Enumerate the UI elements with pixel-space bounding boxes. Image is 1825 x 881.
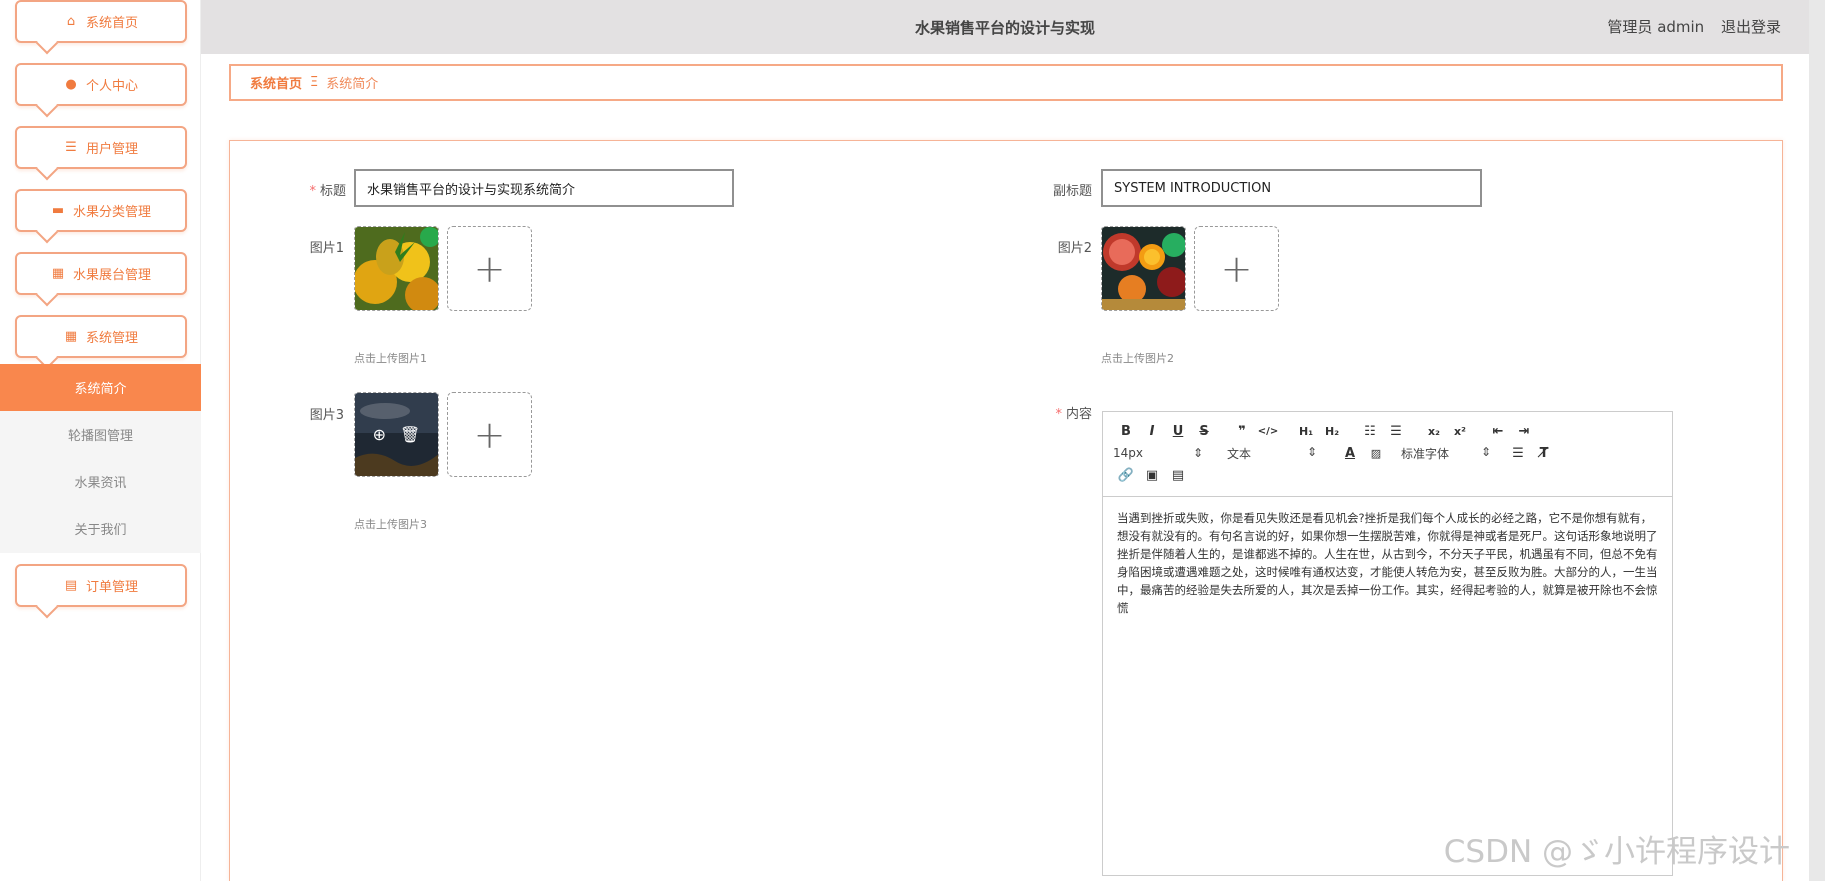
image1-hint: 点击上传图片1 <box>354 352 427 365</box>
plus-icon: + <box>1220 246 1253 291</box>
font-color-icon[interactable]: A <box>1337 446 1363 461</box>
scrollbar[interactable] <box>1809 0 1825 881</box>
menu-fruit-display[interactable]: ▦ 水果展台管理 <box>15 252 187 295</box>
font-family-select[interactable]: 标准字体 ⇕ <box>1401 445 1491 462</box>
admin-label: 管理员 admin <box>1607 18 1705 36</box>
submenu-list: 轮播图管理 水果资讯 关于我们 <box>0 411 201 553</box>
menu-orders-label: 订单管理 <box>85 580 138 595</box>
quote-icon[interactable]: ❞ <box>1229 424 1255 439</box>
menu-fruit-display-label: 水果展台管理 <box>72 268 151 283</box>
menu-system[interactable]: ▦ 系统管理 <box>15 315 187 358</box>
code-icon[interactable]: </> <box>1255 426 1281 437</box>
clipboard-icon: ▤ <box>64 577 78 593</box>
link-icon[interactable]: 🔗 <box>1113 468 1139 483</box>
breadcrumb: 系统首页 Ξ 系统简介 <box>229 64 1783 101</box>
subtitle-input[interactable]: SYSTEM INTRODUCTION <box>1101 169 1482 207</box>
menu-personal-label: 个人中心 <box>85 79 138 94</box>
outdent-icon[interactable]: ⇤ <box>1485 424 1511 439</box>
sidebar: ⌂ 系统首页 ● 个人中心 ☰ 用户管理 ▬ 水果分类管理 ▦ 水果展台管理 ▦… <box>0 0 201 881</box>
pineapple-image <box>355 227 438 310</box>
font-size-select[interactable]: 14px ⇕ <box>1113 446 1203 460</box>
list-icon: ☰ <box>65 139 77 155</box>
italic-icon[interactable]: I <box>1139 424 1165 439</box>
indent-icon[interactable]: ⇥ <box>1511 424 1537 439</box>
editor-content[interactable]: 当遇到挫折或失败，你是看见失败还是看见机会?挫折是我们每个人成长的必经之路，它不… <box>1103 497 1672 629</box>
align-icon[interactable]: ☰ <box>1505 446 1531 461</box>
image-icon[interactable]: ▣ <box>1139 468 1165 483</box>
plus-icon: + <box>473 246 506 291</box>
sidebar-item-about[interactable]: 关于我们 <box>0 505 201 552</box>
menu-users[interactable]: ☰ 用户管理 <box>15 126 187 169</box>
image3-upload-button[interactable]: + <box>447 392 532 477</box>
menu-fruit-category[interactable]: ▬ 水果分类管理 <box>15 189 187 232</box>
content-label: * 内容 <box>1055 407 1092 422</box>
image3-label: 图片3 <box>309 408 344 423</box>
grid-icon: ▦ <box>51 265 65 281</box>
subtitle-label: 副标题 <box>1052 184 1092 199</box>
subscript-icon[interactable]: x₂ <box>1421 425 1447 438</box>
bold-icon[interactable]: B <box>1113 424 1139 439</box>
background-color-icon[interactable]: ▨ <box>1363 447 1389 460</box>
h1-icon[interactable]: H₁ <box>1293 425 1319 438</box>
fruit-platter-image <box>1102 227 1185 310</box>
sidebar-item-label: 轮播图管理 <box>67 429 133 444</box>
sidebar-item-carousel[interactable]: 轮播图管理 <box>0 411 201 458</box>
editor-toolbar: B I U S ❞ </> H₁ H₂ ☷ ☰ x₂ x² ⇤ ⇥ 14px ⇕ … <box>1103 412 1672 497</box>
trash-icon[interactable]: 🗑 <box>400 425 420 444</box>
image3-hint: 点击上传图片3 <box>354 518 427 531</box>
user-area: 管理员 admin 退出登录 <box>1595 16 1781 37</box>
home-icon: ⌂ <box>66 13 76 29</box>
image2-hint: 点击上传图片2 <box>1101 352 1174 365</box>
title-input[interactable]: 水果销售平台的设计与实现系统简介 <box>354 169 734 207</box>
breadcrumb-separator: Ξ <box>310 75 319 90</box>
clear-format-icon[interactable]: T̸ <box>1531 446 1557 461</box>
image3-thumbnail[interactable]: ⊕ 🗑 <box>354 392 439 477</box>
breadcrumb-home[interactable]: 系统首页 <box>250 73 302 92</box>
image2-upload-button[interactable]: + <box>1194 226 1279 311</box>
image1-upload-button[interactable]: + <box>447 226 532 311</box>
strikethrough-icon[interactable]: S <box>1191 424 1217 439</box>
page-title: 水果销售平台的设计与实现 <box>914 18 1095 37</box>
menu-users-label: 用户管理 <box>85 142 138 157</box>
image2-thumbnail[interactable] <box>1101 226 1186 311</box>
h2-icon[interactable]: H₂ <box>1319 425 1345 438</box>
title-label: * 标题 <box>309 184 346 199</box>
image2-label: 图片2 <box>1057 241 1092 256</box>
rich-text-editor[interactable]: B I U S ❞ </> H₁ H₂ ☷ ☰ x₂ x² ⇤ ⇥ 14px ⇕ … <box>1102 411 1673 876</box>
top-bar: 水果销售平台的设计与实现 管理员 admin 退出登录 <box>201 0 1809 54</box>
menu-system-label: 系统管理 <box>85 331 138 346</box>
menu-orders[interactable]: ▤ 订单管理 <box>15 564 187 607</box>
image3-hover-overlay: ⊕ 🗑 <box>355 393 438 476</box>
image1-label: 图片1 <box>309 241 344 256</box>
ordered-list-icon[interactable]: ☷ <box>1357 424 1383 439</box>
underline-icon[interactable]: U <box>1165 424 1191 439</box>
sidebar-item-fruit-news[interactable]: 水果资讯 <box>0 458 201 505</box>
plus-icon: + <box>473 412 506 457</box>
image1-thumbnail[interactable] <box>354 226 439 311</box>
menu-home[interactable]: ⌂ 系统首页 <box>15 0 187 43</box>
sidebar-item-label: 水果资讯 <box>74 476 127 491</box>
text-type-select[interactable]: 文本 ⇕ <box>1227 445 1317 462</box>
sidebar-item-system-intro[interactable]: 系统简介 <box>0 364 201 411</box>
zoom-icon[interactable]: ⊕ <box>373 425 386 444</box>
menu-personal[interactable]: ● 个人中心 <box>15 63 187 106</box>
watermark: CSDN @ゞ小许程序设计 <box>1443 834 1790 870</box>
grid-icon: ▦ <box>64 328 78 344</box>
bullet-list-icon[interactable]: ☰ <box>1383 424 1409 439</box>
briefcase-icon: ▬ <box>51 202 65 218</box>
menu-home-label: 系统首页 <box>85 16 138 31</box>
breadcrumb-current: 系统简介 <box>326 77 379 92</box>
logout-link[interactable]: 退出登录 <box>1721 18 1781 36</box>
menu-fruit-category-label: 水果分类管理 <box>72 205 151 220</box>
superscript-icon[interactable]: x² <box>1447 425 1473 438</box>
sidebar-item-label: 关于我们 <box>74 523 127 538</box>
user-icon: ● <box>65 76 77 92</box>
sidebar-item-label: 系统简介 <box>74 382 127 397</box>
video-icon[interactable]: ▤ <box>1165 468 1191 483</box>
